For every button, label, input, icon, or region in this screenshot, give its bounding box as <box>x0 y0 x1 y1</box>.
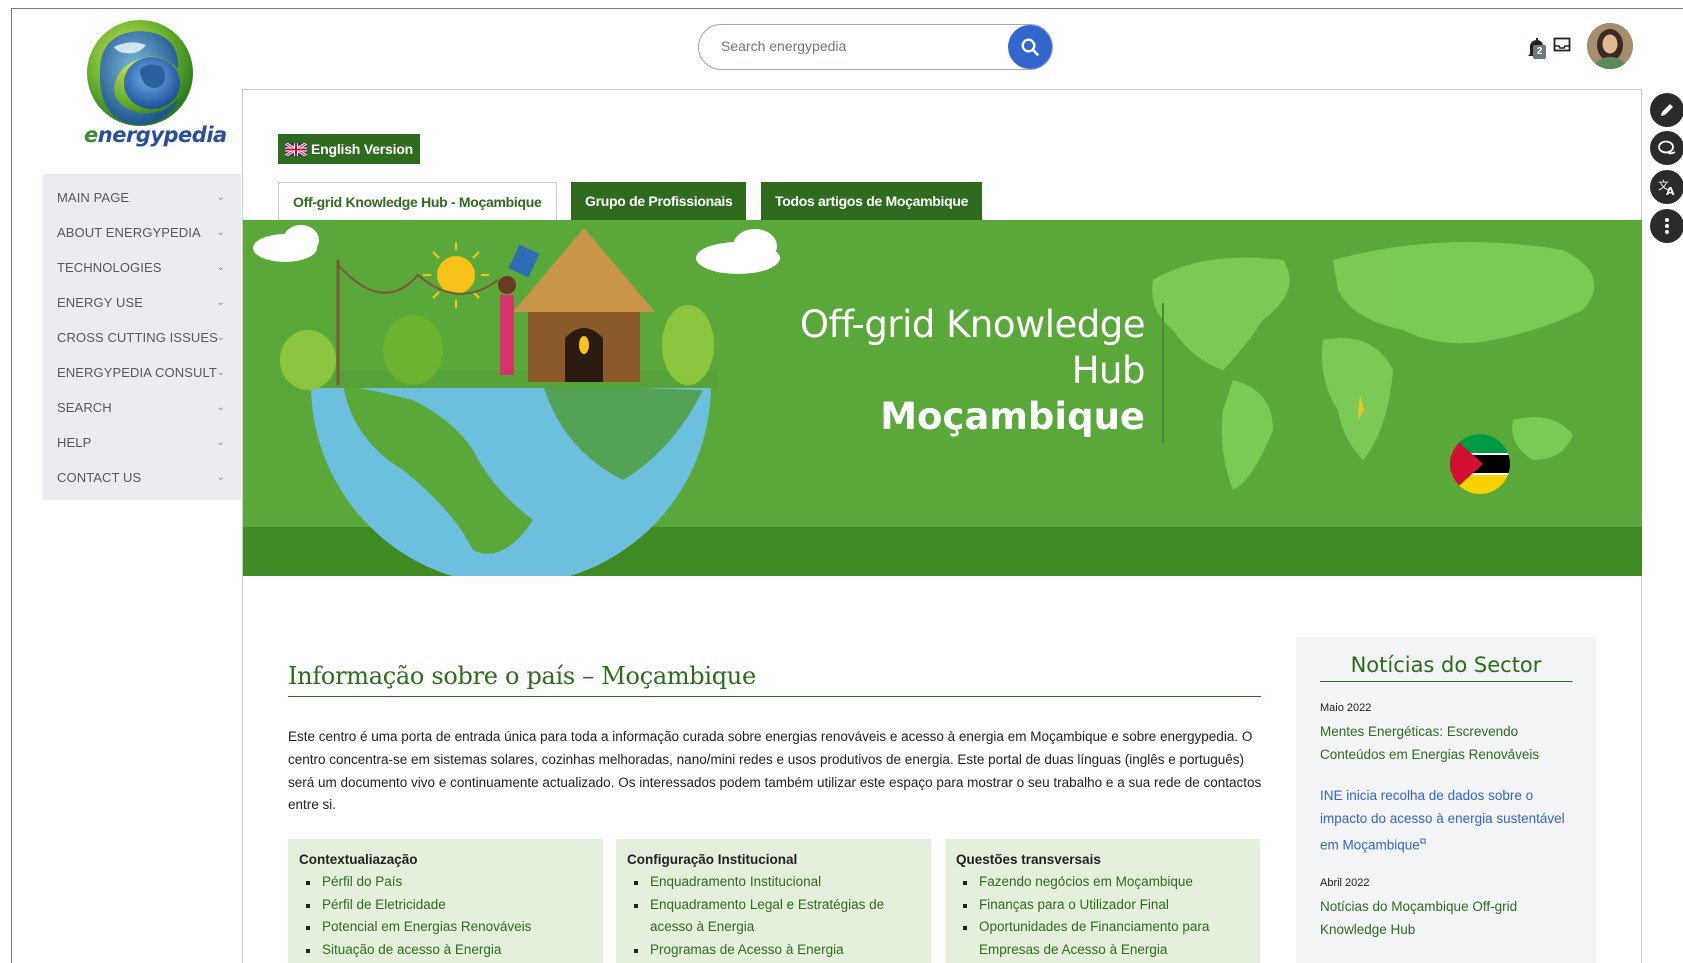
uk-flag-icon <box>285 142 307 156</box>
tab-todos-artigos[interactable]: Todos artigos de Moçambique <box>761 182 983 220</box>
tab-label: Todos artigos de Moçambique <box>775 193 969 209</box>
tab-grupo-profissionais[interactable]: Grupo de Profissionais <box>571 182 747 220</box>
banner-title-line2: Hub <box>1071 349 1146 392</box>
tab-offgrid-hub[interactable]: Off-grid Knowledge Hub - Moçambique <box>278 182 557 221</box>
topic-link[interactable]: Enquadramento Institucional <box>627 871 920 894</box>
chevron-down-icon: ⌄ <box>216 367 225 378</box>
topic-box-title: Configuração Institucional <box>627 852 798 867</box>
sidebar-item-cross-cutting[interactable]: CROSS CUTTING ISSUES ⌄ <box>43 320 241 355</box>
sidebar-item-label: ENERGY USE <box>57 295 144 310</box>
search-input[interactable] <box>721 38 1001 54</box>
translate-icon: 文A <box>1658 178 1675 196</box>
topic-box-configuracao: Configuração Institucional Enquadramento… <box>616 839 931 963</box>
pencil-icon <box>1661 104 1673 116</box>
banner-title: Off-grid Knowledge Hub Moçambique <box>799 302 1146 440</box>
sidebar-item-label: SEARCH <box>57 400 112 415</box>
sidebar-item-consult[interactable]: ENERGYPEDIA CONSULT ⌄ <box>43 355 241 390</box>
svg-text:A: A <box>1666 185 1675 196</box>
ellipsis-icon <box>1665 218 1669 234</box>
english-version-label: English Version <box>311 141 414 157</box>
banner-title-line3: Moçambique <box>880 395 1145 438</box>
chevron-down-icon: ⌄ <box>216 472 225 483</box>
talk-button[interactable] <box>1650 131 1683 165</box>
topic-link[interactable]: Situação de acesso à Energia <box>299 939 592 962</box>
sidebar-item-label: CONTACT US <box>57 470 142 485</box>
avatar[interactable] <box>1587 23 1633 69</box>
logo-wordmark[interactable]: energypedia <box>84 123 227 147</box>
sidebar-item-label: ENERGYPEDIA CONSULT <box>57 365 217 380</box>
sidebar-nav: MAIN PAGE ⌄ ABOUT ENERGYPEDIA ⌄ TECHNOLOGI… <box>43 174 241 500</box>
external-link-icon: ⧉ <box>1419 836 1427 846</box>
topic-box-questoes: Questões transversais Fazendo negócios e… <box>945 839 1260 963</box>
notification-count-badge[interactable]: 2 <box>1533 45 1546 59</box>
topic-link[interactable]: Enquadramento Legal e Estratégias de ace… <box>627 894 920 939</box>
topic-link[interactable]: Potencial em Energias Renováveis <box>299 916 592 939</box>
chevron-down-icon: ⌄ <box>216 297 225 308</box>
translate-button[interactable]: 文A <box>1650 170 1683 204</box>
search-icon <box>1021 38 1039 56</box>
news-link-external[interactable]: INE inicia recolha de dados sobre o impa… <box>1320 784 1572 857</box>
sidebar-item-label: ABOUT ENERGYPEDIA <box>57 225 201 240</box>
logo-wordmark-rest: nergypedia <box>97 123 227 147</box>
speech-bubbles-icon <box>1658 140 1676 155</box>
chevron-down-icon: ⌄ <box>216 332 225 343</box>
tab-label: Off-grid Knowledge Hub - Moçambique <box>293 194 542 210</box>
sidebar-item-label: HELP <box>57 435 92 450</box>
sidebar-item-label: MAIN PAGE <box>57 190 130 205</box>
sidebar-item-label: CROSS CUTTING ISSUES <box>57 330 218 345</box>
sidebar-item-help[interactable]: HELP ⌄ <box>43 425 241 460</box>
english-version-button[interactable]: English Version <box>278 134 421 164</box>
edit-button[interactable] <box>1650 93 1683 127</box>
topic-box-contextualizacao: Contextualiazação Pérfil do País Pérfil … <box>288 839 603 963</box>
logo-wordmark-e: e <box>84 123 98 147</box>
intro-paragraph: Este centro é uma porta de entrada única… <box>288 729 1262 813</box>
chevron-down-icon: ⌄ <box>216 262 225 273</box>
news-panel: Notícias do Sector Maio 2022 Mentes Ener… <box>1296 637 1596 963</box>
topic-box-title: Questões transversais <box>956 852 1101 867</box>
tray-icon[interactable] <box>1553 37 1571 53</box>
sidebar-item-main-page[interactable]: MAIN PAGE ⌄ <box>43 180 241 215</box>
news-link-text: INE inicia recolha de dados sobre o impa… <box>1320 788 1565 853</box>
chevron-down-icon: ⌄ <box>216 437 225 448</box>
sidebar-item-energy-use[interactable]: ENERGY USE ⌄ <box>43 285 241 320</box>
news-title: Notícias do Sector <box>1320 653 1572 682</box>
section-heading: Informação sobre o país – Moçambique <box>288 662 1261 697</box>
topic-link[interactable]: Pérfil do País <box>299 871 592 894</box>
news-link[interactable]: Notícias do Moçambique Off-grid Knowledg… <box>1320 895 1572 941</box>
search-button[interactable] <box>1008 25 1052 69</box>
topic-box-title: Contextualiazação <box>299 852 418 867</box>
chevron-down-icon: ⌄ <box>216 227 225 238</box>
sidebar-item-about[interactable]: ABOUT ENERGYPEDIA ⌄ <box>43 215 241 250</box>
banner-divider <box>1162 303 1164 443</box>
topic-link[interactable]: Oportunidades de Financiamento para Empr… <box>956 916 1249 961</box>
banner-title-line1: Off-grid Knowledge <box>799 303 1146 346</box>
topic-link[interactable]: Pérfil de Eletricidade <box>299 894 592 917</box>
news-link[interactable]: Mentes Energéticas: Escrevendo Conteúdos… <box>1320 720 1572 766</box>
sidebar-item-search[interactable]: SEARCH ⌄ <box>43 390 241 425</box>
hero-banner: Off-grid Knowledge Hub Moçambique <box>243 220 1642 576</box>
sidebar-item-technologies[interactable]: TECHNOLOGIES ⌄ <box>43 250 241 285</box>
tab-label: Grupo de Profissionais <box>585 193 733 209</box>
topic-link[interactable]: Programas de Acesso à Energia <box>627 939 920 962</box>
more-options-button[interactable] <box>1650 209 1683 243</box>
sidebar-item-label: TECHNOLOGIES <box>57 260 162 275</box>
search-box <box>698 24 1053 70</box>
chevron-down-icon: ⌄ <box>216 192 225 203</box>
news-date: Abril 2022 <box>1320 876 1370 889</box>
news-date: Maio 2022 <box>1320 702 1372 714</box>
topic-link[interactable]: Finanças para o Utilizador Final <box>956 894 1249 917</box>
topic-link[interactable]: Fazendo negócios em Moçambique <box>956 871 1249 894</box>
sidebar-item-contact[interactable]: CONTACT US ⌄ <box>43 460 241 495</box>
chevron-down-icon: ⌄ <box>216 402 225 413</box>
